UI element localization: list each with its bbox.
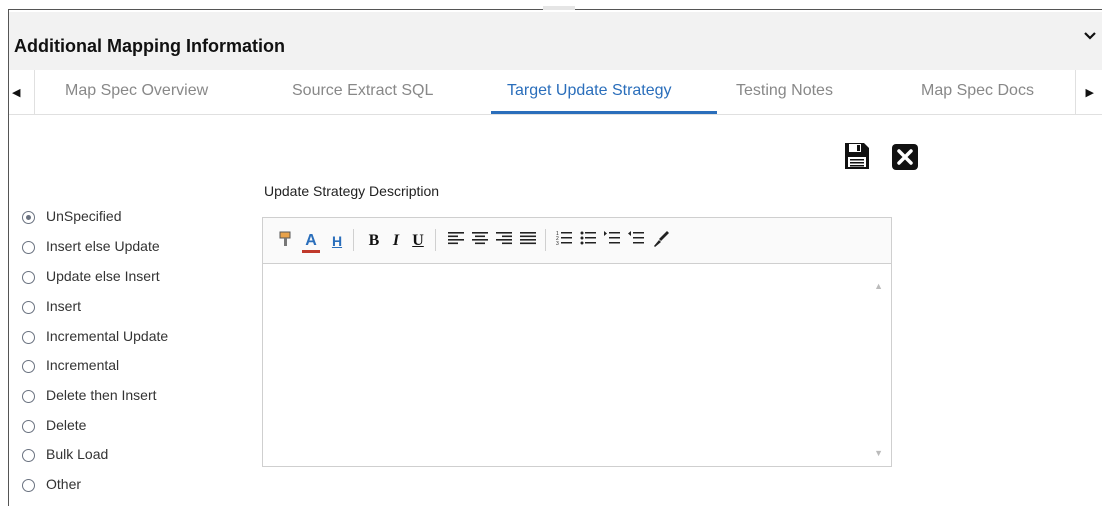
radio-circle[interactable] — [22, 420, 35, 433]
rich-text-editor: A H B I U 123 ▲ ▼ — [262, 217, 892, 467]
align-left-icon[interactable] — [447, 230, 465, 252]
tab-map-spec-docs[interactable]: Map Spec Docs — [921, 82, 1034, 100]
outdent-icon[interactable] — [627, 230, 645, 252]
radio-label: Delete — [46, 417, 87, 433]
clear-format-icon[interactable] — [651, 230, 671, 252]
radio-label: Incremental Update — [46, 328, 169, 344]
radio-circle[interactable] — [22, 241, 35, 254]
resize-handle[interactable] — [543, 6, 575, 10]
font-color-icon[interactable]: A — [301, 230, 321, 253]
font-color-letter: A — [305, 232, 317, 249]
font-color-bar — [302, 250, 320, 253]
save-icon[interactable] — [844, 142, 870, 170]
bullet-list-icon[interactable] — [579, 230, 597, 252]
editor-toolbar: A H B I U 123 — [263, 218, 891, 264]
close-icon[interactable] — [892, 144, 918, 170]
bold-icon[interactable]: B — [367, 230, 381, 252]
tab-bar: ◀ Map Spec Overview Source Extract SQL T… — [9, 70, 1102, 115]
align-right-icon[interactable] — [495, 230, 513, 252]
radio-label: Update else Insert — [46, 268, 160, 284]
radio-circle[interactable] — [22, 211, 35, 224]
toolbar-divider — [435, 229, 436, 251]
description-textarea[interactable]: ▲ ▼ — [263, 264, 891, 466]
arrow-right-icon[interactable]: ▶ — [1086, 86, 1094, 99]
panel-title: Additional Mapping Information — [14, 36, 285, 56]
tab-target-update-strategy[interactable]: Target Update Strategy — [507, 82, 672, 100]
highlight-icon[interactable]: H — [329, 230, 345, 252]
radio-circle[interactable] — [22, 301, 35, 314]
tab-source-extract-sql[interactable]: Source Extract SQL — [292, 82, 433, 100]
align-center-icon[interactable] — [471, 230, 489, 252]
radio-circle[interactable] — [22, 390, 35, 403]
radio-label: UnSpecified — [46, 208, 122, 224]
underline-icon[interactable]: U — [411, 230, 425, 252]
svg-text:3: 3 — [556, 241, 559, 246]
radio-circle[interactable] — [22, 360, 35, 373]
radio-label: Insert else Update — [46, 238, 160, 254]
radio-selected-dot — [26, 215, 31, 220]
scroll-up-icon[interactable]: ▲ — [874, 281, 883, 291]
mapping-panel: Additional Mapping Information ◀ Map Spe… — [0, 0, 1102, 506]
radio-label: Delete then Insert — [46, 387, 157, 403]
radio-circle[interactable] — [22, 331, 35, 344]
radio-label: Insert — [46, 298, 82, 314]
scroll-down-icon[interactable]: ▼ — [874, 448, 883, 458]
arrow-left-icon[interactable]: ◀ — [12, 86, 20, 99]
toolbar-divider — [545, 229, 546, 251]
numbered-list-icon[interactable]: 123 — [555, 230, 573, 252]
toolbar-divider — [353, 229, 354, 251]
radio-circle[interactable] — [22, 479, 35, 492]
radio-circle[interactable] — [22, 271, 35, 284]
indent-icon[interactable] — [603, 230, 621, 252]
italic-icon[interactable]: I — [389, 230, 403, 252]
radio-circle[interactable] — [22, 449, 35, 462]
chevron-down-icon[interactable] — [1084, 28, 1096, 44]
tab-testing-notes[interactable]: Testing Notes — [736, 82, 833, 100]
radio-label: Bulk Load — [46, 446, 109, 462]
tab-divider — [34, 70, 35, 114]
tab-divider — [1075, 70, 1076, 114]
description-label: Update Strategy Description — [264, 183, 440, 199]
active-tab-indicator — [491, 111, 717, 114]
panel-header: Additional Mapping Information — [9, 12, 1102, 70]
radio-label: Other — [46, 476, 82, 492]
justify-icon[interactable] — [519, 230, 537, 252]
tab-map-spec-overview[interactable]: Map Spec Overview — [65, 82, 208, 100]
radio-label: Incremental — [46, 357, 120, 373]
format-painter-icon[interactable] — [277, 230, 295, 252]
